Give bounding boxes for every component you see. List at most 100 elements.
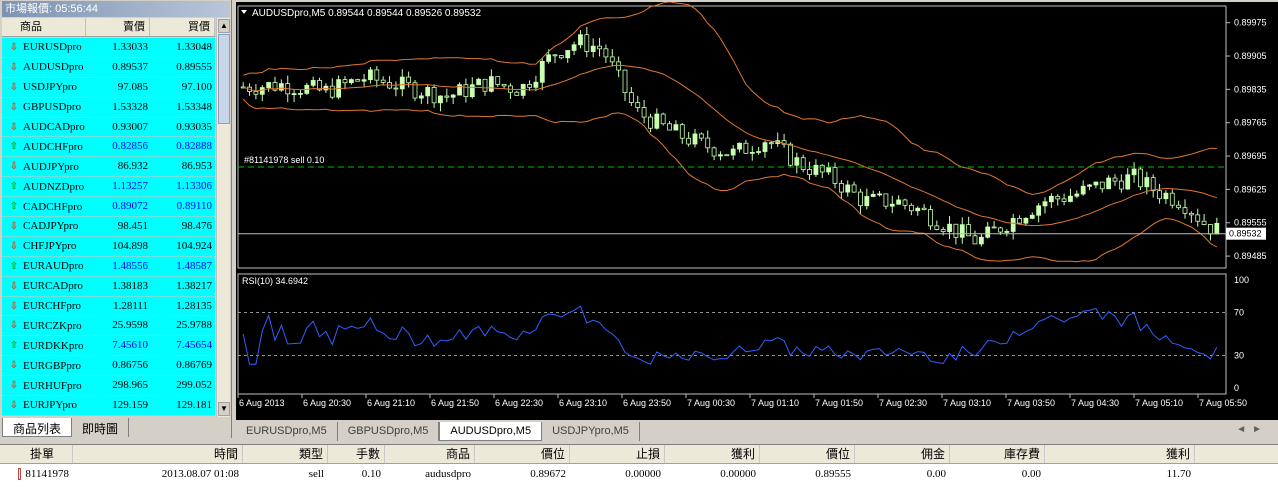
candle-body <box>266 82 272 88</box>
time-axis-label: 7 Aug 01:10 <box>751 398 799 408</box>
header-symbol[interactable]: 商品 <box>2 18 86 36</box>
candle-body <box>711 147 717 157</box>
chart-menu-triangle-icon[interactable] <box>241 10 247 14</box>
order-sl: 0.00000 <box>625 468 661 480</box>
candle-body <box>368 69 373 81</box>
chart-tab-eurusd[interactable]: EURUSDpro,M5 <box>236 422 338 441</box>
col-lots[interactable]: 手數 <box>328 445 385 463</box>
candle-body <box>616 61 622 71</box>
ask-price: 7.45654 <box>176 339 212 352</box>
ask-price: 0.89110 <box>176 200 212 213</box>
header-ask[interactable]: 買價 <box>150 18 215 36</box>
market-watch-row[interactable]: ⇩ EURUSDpro 1.33033 1.33048 <box>2 38 215 58</box>
candle-body <box>940 229 946 233</box>
time-axis-label: 7 Aug 03:10 <box>943 398 991 408</box>
symbol-cell: ⇧ CADCHFpro <box>2 197 86 216</box>
tab-scroll-arrows-icon[interactable]: ◄► <box>1236 424 1268 435</box>
market-watch-scrollbar[interactable]: ▲ ▼ <box>216 18 230 417</box>
candle-body <box>374 69 380 81</box>
order-profit: 11.70 <box>1166 468 1191 480</box>
price-pane-border <box>237 5 1227 269</box>
tab-tick-chart[interactable]: 即時圖 <box>72 418 130 437</box>
candle-body <box>908 204 914 212</box>
scroll-down-icon[interactable]: ▼ <box>218 402 230 416</box>
time-axis-label: 7 Aug 05:50 <box>1199 398 1247 408</box>
symbol-name: EURCHFpro <box>23 300 82 313</box>
rsi-axis-label: 30 <box>1234 351 1244 361</box>
candle-body <box>800 157 806 170</box>
market-watch-row[interactable]: ⇩ AUDUSDpro 0.89537 0.89555 <box>2 57 215 78</box>
candle-body <box>1042 201 1048 207</box>
symbol-cell: ⇩ EURUSDpro <box>2 38 86 57</box>
col-sl[interactable]: 止損 <box>570 445 665 463</box>
candle-body <box>1176 204 1182 209</box>
arrow-down-icon: ⇩ <box>9 360 19 372</box>
market-watch-row[interactable]: ⇩ USDJPYpro 97.085 97.100 <box>2 77 215 98</box>
chart-canvas[interactable]: AUDUSDpro,M5 0.89544 0.89544 0.89526 0.8… <box>236 2 1278 420</box>
candle-body <box>641 107 647 118</box>
market-watch-row[interactable]: ⇩ CHFJPYpro 104.898 104.924 <box>2 236 215 257</box>
candle-body <box>546 54 552 62</box>
market-watch-row[interactable]: ⇩ CADJPYpro 98.451 98.476 <box>2 217 215 237</box>
scroll-up-icon[interactable]: ▲ <box>218 19 230 33</box>
candle-body <box>310 80 316 86</box>
col-time[interactable]: 時間 <box>73 445 243 463</box>
candle-body <box>597 45 602 50</box>
candle-body <box>921 207 927 210</box>
bid-price: 0.93007 <box>112 120 148 133</box>
candle-body <box>1080 185 1086 195</box>
market-watch-row[interactable]: ⇩ EURGBPpro 0.86756 0.86769 <box>2 356 215 377</box>
symbol-name: AUDJPYpro <box>23 160 79 173</box>
symbol-cell: ⇧ EURAUDpro <box>2 257 86 276</box>
candle-body <box>1004 231 1010 233</box>
market-watch-row[interactable]: ⇧ EURAUDpro 1.48556 1.48587 <box>2 256 215 277</box>
market-watch-row[interactable]: ⇩ AUDJPYpro 86.932 86.953 <box>2 157 215 178</box>
market-watch-row[interactable]: ⇧ AUDCHFpro 0.82856 0.82888 <box>2 137 215 158</box>
candle-body <box>552 54 558 57</box>
candle-body <box>749 152 755 154</box>
col-type[interactable]: 類型 <box>243 445 328 463</box>
ask-price: 1.33048 <box>176 41 212 53</box>
candle-body <box>527 84 532 88</box>
candle-body <box>730 148 736 156</box>
symbol-name: EURCZKpro <box>23 319 82 332</box>
col-tp[interactable]: 獲利 <box>665 445 760 463</box>
market-watch-row[interactable]: ⇩ AUDCADpro 0.93007 0.93035 <box>2 117 215 138</box>
market-watch-row[interactable]: ⇩ EURJPYpro 129.159 129.181 <box>2 396 215 416</box>
market-watch-row[interactable]: ⇩ EURCHFpro 1.28111 1.28135 <box>2 296 215 317</box>
bid-price: 0.89072 <box>112 200 148 213</box>
candle-body <box>1208 224 1213 235</box>
bid-price: 0.82856 <box>112 140 148 153</box>
order-row[interactable]: 81141978 2013.08.07 01:08 sell 0.10 audu… <box>0 464 1278 484</box>
symbol-name: AUDUSDpro <box>23 61 84 74</box>
market-watch-row[interactable]: ⇩ EURHUFpro 298.965 299.052 <box>2 376 215 397</box>
scroll-thumb[interactable] <box>218 34 230 124</box>
col-price[interactable]: 價位 <box>760 445 855 463</box>
chart-window[interactable]: AUDUSDpro,M5 0.89544 0.89544 0.89526 0.8… <box>236 2 1278 420</box>
chart-tab-usdjpy[interactable]: USDJPYpro,M5 <box>542 422 640 441</box>
bollinger-lower-line <box>242 98 1218 263</box>
tab-symbols[interactable]: 商品列表 <box>2 418 73 437</box>
market-watch-row[interactable]: ⇧ EURDKKpro 7.45610 7.45654 <box>2 336 215 357</box>
market-watch-row[interactable]: ⇧ CADCHFpro 0.89072 0.89110 <box>2 197 215 218</box>
col-swap[interactable]: 庫存費 <box>950 445 1045 463</box>
symbol-cell: ⇩ EURCADpro <box>2 277 86 296</box>
col-profit[interactable]: 獲利 <box>1045 445 1195 463</box>
market-watch-row[interactable]: ⇩ EURCADpro 1.38183 1.38217 <box>2 276 215 297</box>
candle-body <box>329 85 335 98</box>
symbol-cell: ⇩ USDJPYpro <box>2 78 86 97</box>
bid-price: 25.9598 <box>112 319 148 332</box>
candle-body <box>673 124 679 131</box>
header-bid[interactable]: 賣價 <box>86 18 150 36</box>
col-symbol[interactable]: 商品 <box>385 445 475 463</box>
chart-tab-gbpusd[interactable]: GBPUSDpro,M5 <box>338 422 440 441</box>
candle-body <box>565 50 571 59</box>
market-watch-row[interactable]: ⇩ GBPUSDpro 1.53328 1.53348 <box>2 97 215 118</box>
chart-tab-audusd[interactable]: AUDUSDpro,M5 <box>439 422 543 441</box>
col-open-price[interactable]: 價位 <box>475 445 570 463</box>
candle-body <box>622 69 628 94</box>
market-watch-row[interactable]: ⇩ EURCZKpro 25.9598 25.9788 <box>2 316 215 337</box>
col-ticket[interactable]: 掛單 <box>18 445 73 463</box>
market-watch-row[interactable]: ⇧ AUDNZDpro 1.13257 1.13306 <box>2 177 215 198</box>
col-commission[interactable]: 佣金 <box>855 445 950 463</box>
